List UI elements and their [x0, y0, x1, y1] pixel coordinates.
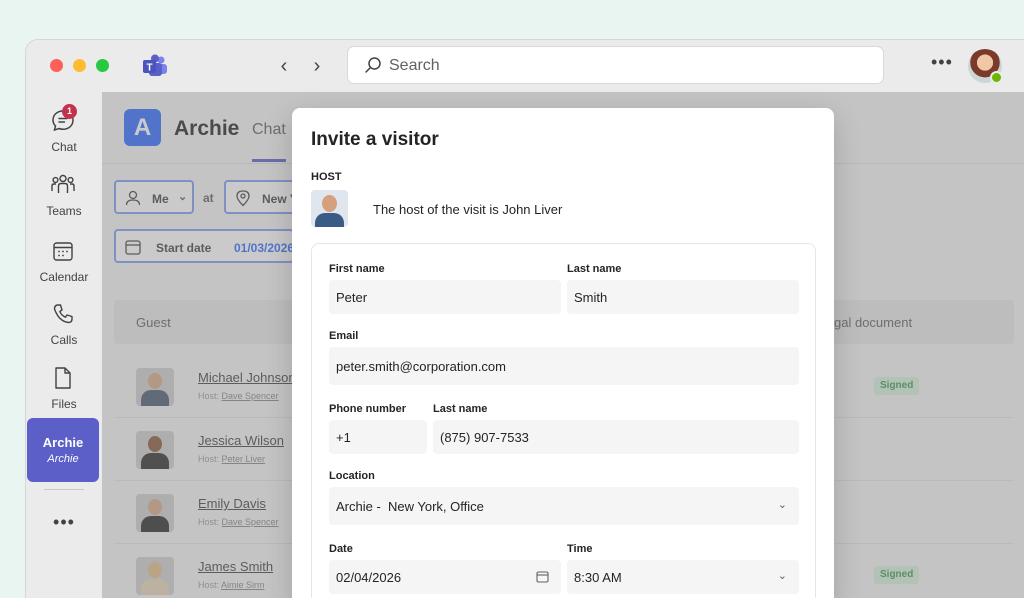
- phone-number-value: (875) 907-7533: [440, 430, 529, 445]
- search-placeholder: Search: [389, 57, 440, 74]
- rail-item-chat[interactable]: 1 Chat: [26, 102, 102, 162]
- time-label: Time: [567, 543, 593, 555]
- maximize-window-button[interactable]: [96, 59, 109, 72]
- rail-item-label: Calendar: [39, 270, 89, 284]
- rail-item-label: Files: [51, 397, 77, 411]
- rail-item-calendar[interactable]: Calendar: [26, 232, 102, 292]
- invite-visitor-dialog: Invite a visitor HOST The host of the vi…: [292, 108, 834, 598]
- rail-divider: [44, 489, 84, 490]
- phone-last-name-label: Last name: [433, 403, 488, 415]
- presence-available-icon: [990, 71, 1003, 84]
- location-select[interactable]: Archie - New York, Office ⌄: [329, 487, 799, 525]
- rail-item-files[interactable]: Files: [26, 359, 102, 419]
- phone-icon: [53, 304, 73, 324]
- chat-unread-badge: 1: [62, 104, 77, 119]
- rail-item-label: Teams: [46, 204, 82, 218]
- archie-app-subtitle: Archie: [47, 453, 79, 465]
- dialog-title: Invite a visitor: [311, 129, 439, 150]
- app-rail: 1 Chat Teams Calendar Calls Files Archie…: [26, 92, 102, 598]
- rail-item-label: Chat: [51, 140, 77, 154]
- close-window-button[interactable]: [50, 59, 63, 72]
- chevron-down-icon: ⌄: [777, 499, 787, 511]
- svg-text:T: T: [146, 63, 152, 74]
- country-code-field[interactable]: +1: [329, 420, 427, 454]
- more-apps-icon[interactable]: •••: [26, 512, 102, 533]
- first-name-value: Peter: [336, 290, 368, 305]
- visitor-form: First name Peter Last name Smith Email p…: [311, 243, 816, 598]
- last-name-field[interactable]: Smith: [567, 280, 799, 314]
- calendar-icon[interactable]: [536, 570, 549, 583]
- first-name-label: First name: [329, 263, 385, 275]
- file-icon: [55, 367, 71, 389]
- minimize-window-button[interactable]: [73, 59, 86, 72]
- date-value: 02/04/2026: [336, 570, 402, 585]
- rail-item-archie[interactable]: Archie Archie: [27, 418, 99, 482]
- time-value: 8:30 AM: [574, 570, 622, 585]
- phone-number-field[interactable]: (875) 907-7533: [433, 420, 799, 454]
- search-bar[interactable]: Search: [348, 47, 883, 83]
- time-select[interactable]: 8:30 AM ⌄: [567, 560, 799, 594]
- last-name-value: Smith: [574, 290, 608, 305]
- last-name-label: Last name: [567, 263, 622, 275]
- archie-app-title: Archie: [42, 435, 84, 450]
- country-code-value: +1: [336, 430, 351, 445]
- email-value: peter.smith@corporation.com: [336, 359, 506, 374]
- email-field[interactable]: peter.smith@corporation.com: [329, 347, 799, 385]
- date-label: Date: [329, 543, 353, 555]
- rail-item-label: Calls: [50, 333, 78, 347]
- teams-icon: [51, 174, 75, 193]
- teams-logo-icon: T: [143, 54, 167, 76]
- location-value: Archie - New York, Office: [336, 499, 484, 514]
- host-avatar: [311, 190, 348, 227]
- location-label: Location: [329, 470, 375, 482]
- more-options-icon[interactable]: •••: [931, 52, 953, 73]
- chevron-down-icon: ⌄: [777, 570, 787, 582]
- back-arrow-icon[interactable]: ‹: [273, 54, 295, 78]
- email-label: Email: [329, 330, 359, 342]
- phone-number-label: Phone number: [329, 403, 407, 415]
- host-section-label: HOST: [311, 171, 342, 183]
- title-bar: T ‹ › Search •••: [26, 40, 1024, 92]
- search-icon: [365, 57, 381, 73]
- rail-item-teams[interactable]: Teams: [26, 166, 102, 226]
- forward-arrow-icon[interactable]: ›: [306, 54, 328, 78]
- host-description: The host of the visit is John Liver: [373, 202, 563, 217]
- first-name-field[interactable]: Peter: [329, 280, 561, 314]
- calendar-icon: [53, 242, 73, 261]
- date-field[interactable]: 02/04/2026: [329, 560, 561, 594]
- rail-item-calls[interactable]: Calls: [26, 295, 102, 355]
